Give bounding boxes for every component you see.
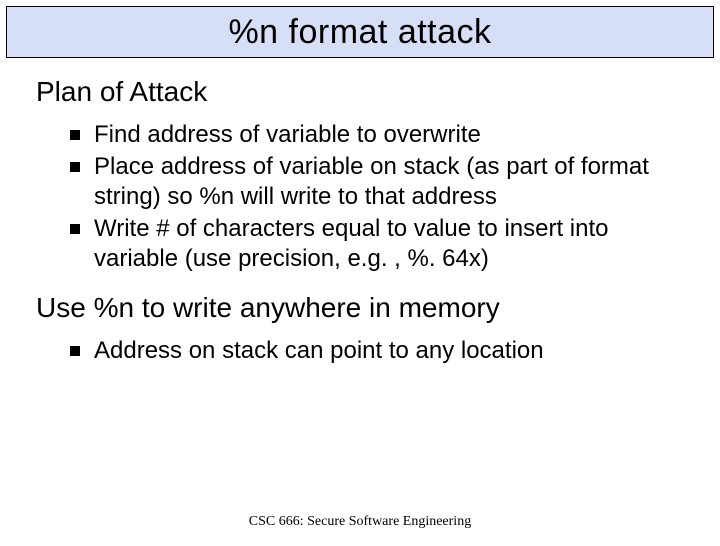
list-item: Write # of characters equal to value to … <box>70 214 684 274</box>
section-heading: Use %n to write anywhere in memory <box>36 292 684 324</box>
slide-content: Plan of Attack Find address of variable … <box>0 58 720 366</box>
slide-title: %n format attack <box>228 13 491 52</box>
bullet-list: Find address of variable to overwrite Pl… <box>36 120 684 274</box>
slide-footer: CSC 666: Secure Software Engineering <box>0 514 720 530</box>
list-item: Place address of variable on stack (as p… <box>70 152 684 212</box>
list-item: Find address of variable to overwrite <box>70 120 684 150</box>
title-bar: %n format attack <box>6 6 714 58</box>
bullet-list: Address on stack can point to any locati… <box>36 336 684 366</box>
list-item: Address on stack can point to any locati… <box>70 336 684 366</box>
section-heading: Plan of Attack <box>36 76 684 108</box>
